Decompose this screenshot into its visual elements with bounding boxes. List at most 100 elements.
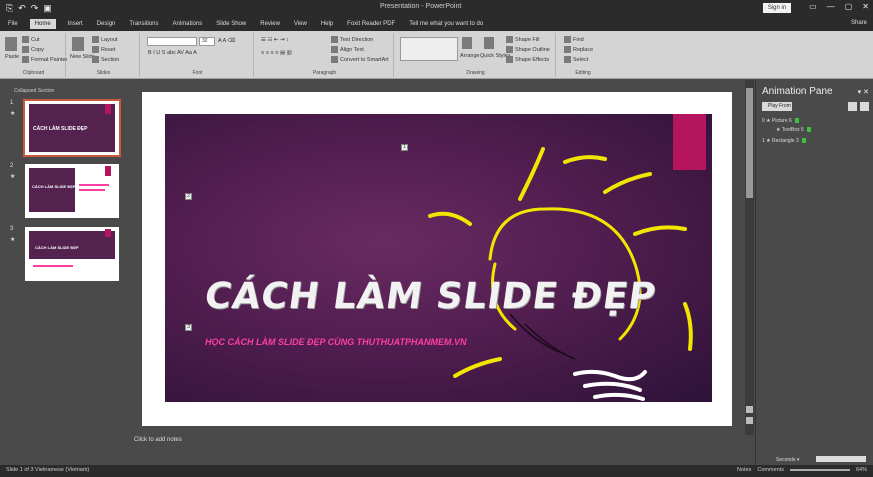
- window-title: Presentation - PowerPoint: [380, 3, 462, 10]
- align-buttons[interactable]: ≡ ≡ ≡ ≡ ▤ ▥: [261, 50, 292, 56]
- animation-item[interactable]: 0 ★ Picture 6: [762, 118, 799, 124]
- shapes-gallery[interactable]: [400, 37, 458, 61]
- start-slideshow-icon[interactable]: ▣: [43, 3, 52, 14]
- animation-marker[interactable]: 3: [185, 324, 192, 331]
- text-direction-label: Text Direction: [340, 36, 374, 43]
- ribbon-display-icon[interactable]: ▭: [809, 2, 817, 11]
- scrollbar-thumb[interactable]: [746, 88, 753, 198]
- reset-label: Reset: [101, 46, 116, 53]
- ribbon: Paste Cut Copy Format Painter Clipboard …: [0, 31, 873, 79]
- redo-icon[interactable]: ↷: [31, 3, 39, 14]
- font-style-buttons[interactable]: B I U S abc AV Aa A: [148, 50, 197, 56]
- slide-title[interactable]: CÁCH LÀM SLIDE ĐẸP: [202, 276, 659, 317]
- font-size-adjust-icons[interactable]: A A ⌫: [218, 38, 235, 44]
- copy-button[interactable]: Copy: [22, 46, 44, 53]
- bulb-ray: [428, 211, 472, 226]
- editing-group: Find Replace Select Editing: [558, 33, 608, 77]
- maximize-icon[interactable]: ▢: [845, 2, 853, 11]
- thumb-text-line: [33, 265, 73, 267]
- status-bar: Slide 1 of 3 Vietnamese (Vietnam) Notes …: [0, 465, 873, 477]
- zoom-level[interactable]: 64%: [856, 467, 867, 473]
- pane-controls[interactable]: ▾ ✕: [858, 88, 869, 96]
- reset-button[interactable]: Reset: [92, 46, 115, 53]
- move-up-icon[interactable]: [848, 102, 857, 111]
- text-direction-button[interactable]: Text Direction: [331, 36, 373, 43]
- previous-slide-arrow[interactable]: [746, 406, 753, 413]
- animation-star-icon: ★: [10, 111, 16, 117]
- replace-button[interactable]: Replace: [564, 46, 593, 53]
- tab-foxit-reader-pdf[interactable]: Foxit Reader PDF: [345, 19, 397, 29]
- drawing-group-label: Drawing: [466, 70, 485, 76]
- slide-thumbnail-3[interactable]: CÁCH LÀM SLIDE ĐẸP: [25, 227, 119, 281]
- tab-insert[interactable]: Insert: [66, 19, 85, 29]
- bulb-coil: [593, 392, 645, 401]
- thumb-text-line: [79, 189, 105, 191]
- tell-me-search[interactable]: Tell me what you want to do: [407, 19, 485, 29]
- move-down-icon[interactable]: [860, 102, 869, 111]
- editing-group-label: Editing: [575, 70, 591, 76]
- slide-subtitle[interactable]: HỌC CÁCH LÀM SLIDE ĐẸP CÙNG THUTHUATPHAN…: [205, 337, 467, 347]
- shape-outline-button[interactable]: Shape Outline: [506, 46, 550, 53]
- find-label: Find: [573, 36, 584, 43]
- minimize-icon[interactable]: —: [827, 2, 835, 11]
- format-painter-button[interactable]: Format Painter: [22, 56, 67, 63]
- tab-design[interactable]: Design: [95, 19, 118, 29]
- arrange-label: Arrange: [460, 53, 480, 59]
- tab-file[interactable]: File: [6, 19, 20, 29]
- tab-view[interactable]: View: [292, 19, 309, 29]
- find-button[interactable]: Find: [564, 36, 584, 43]
- align-text-button[interactable]: Align Text: [331, 46, 364, 53]
- shape-fill-button[interactable]: Shape Fill: [506, 36, 539, 43]
- tab-transitions[interactable]: Transitions: [127, 19, 160, 29]
- play-from-button[interactable]: Play From: [762, 102, 792, 111]
- bulb-ray: [683, 302, 693, 351]
- sign-in-button[interactable]: Sign in: [763, 3, 791, 13]
- font-name-dropdown[interactable]: [147, 37, 197, 46]
- thumb-background: [29, 168, 75, 212]
- undo-icon[interactable]: ↶: [18, 3, 26, 14]
- animation-marker[interactable]: 2: [185, 193, 192, 200]
- notes-placeholder[interactable]: Click to add notes: [134, 437, 182, 443]
- arrange-button[interactable]: [462, 37, 474, 49]
- paste-button[interactable]: [5, 37, 19, 51]
- seconds-dropdown[interactable]: Seconds ▾: [776, 457, 799, 463]
- animation-marker[interactable]: 1: [401, 144, 408, 151]
- slide-thumbnail-2[interactable]: CÁCH LÀM SLIDE ĐẸP: [25, 164, 119, 218]
- notes-toggle[interactable]: Notes: [737, 467, 751, 473]
- slide-canvas[interactable]: 1 2 3 CÁCH LÀM SLIDE ĐẸP HỌC CÁCH LÀM SL…: [142, 92, 732, 426]
- section-button[interactable]: Section: [92, 56, 119, 63]
- shape-effects-button[interactable]: Shape Effects: [506, 56, 549, 63]
- animation-item[interactable]: ★ TextBox 5: [776, 127, 811, 133]
- slide-thumbnail-1[interactable]: CÁCH LÀM SLIDE ĐẸP: [23, 99, 121, 157]
- convert-smartart-button[interactable]: Convert to SmartArt: [331, 56, 389, 63]
- select-button[interactable]: Select: [564, 56, 588, 63]
- tab-animations[interactable]: Animations: [171, 19, 205, 29]
- copy-icon: [22, 46, 29, 53]
- font-size-dropdown[interactable]: 32: [199, 37, 215, 46]
- tab-home[interactable]: Home: [29, 18, 56, 29]
- timeline-zoom[interactable]: [816, 456, 866, 462]
- tab-review[interactable]: Review: [258, 19, 282, 29]
- vertical-scrollbar[interactable]: [745, 80, 754, 435]
- item-number: 1: [762, 138, 765, 144]
- bulb-ray: [518, 147, 545, 201]
- layout-button[interactable]: Layout: [92, 36, 118, 43]
- tab-slide-show[interactable]: Slide Show: [214, 19, 248, 29]
- new-slide-button[interactable]: [72, 37, 86, 51]
- slide-1[interactable]: 1 2 3 CÁCH LÀM SLIDE ĐẸP HỌC CÁCH LÀM SL…: [165, 114, 712, 402]
- comments-toggle[interactable]: Comments: [757, 467, 784, 473]
- zoom-slider[interactable]: [789, 469, 850, 471]
- section-header[interactable]: Collapsed Section: [14, 88, 54, 94]
- slide-number: 3: [10, 226, 14, 232]
- animation-pane: Animation Pane ▾ ✕ Play From 0 ★ Picture…: [755, 80, 873, 465]
- next-slide-arrow[interactable]: [746, 417, 753, 424]
- save-icon[interactable]: ⎘: [6, 3, 13, 14]
- cut-button[interactable]: Cut: [22, 36, 40, 43]
- close-icon[interactable]: ✕: [862, 2, 869, 11]
- lightbulb-illustration[interactable]: [165, 114, 712, 402]
- quick-styles-button[interactable]: [484, 37, 496, 49]
- share-button[interactable]: Share: [851, 20, 867, 26]
- bullets-numbering-buttons[interactable]: ☰ ☷ ⇤ ⇥ ↕: [261, 37, 289, 43]
- animation-item[interactable]: 1 ★ Rectangle 3: [762, 138, 806, 144]
- tab-help[interactable]: Help: [319, 19, 335, 29]
